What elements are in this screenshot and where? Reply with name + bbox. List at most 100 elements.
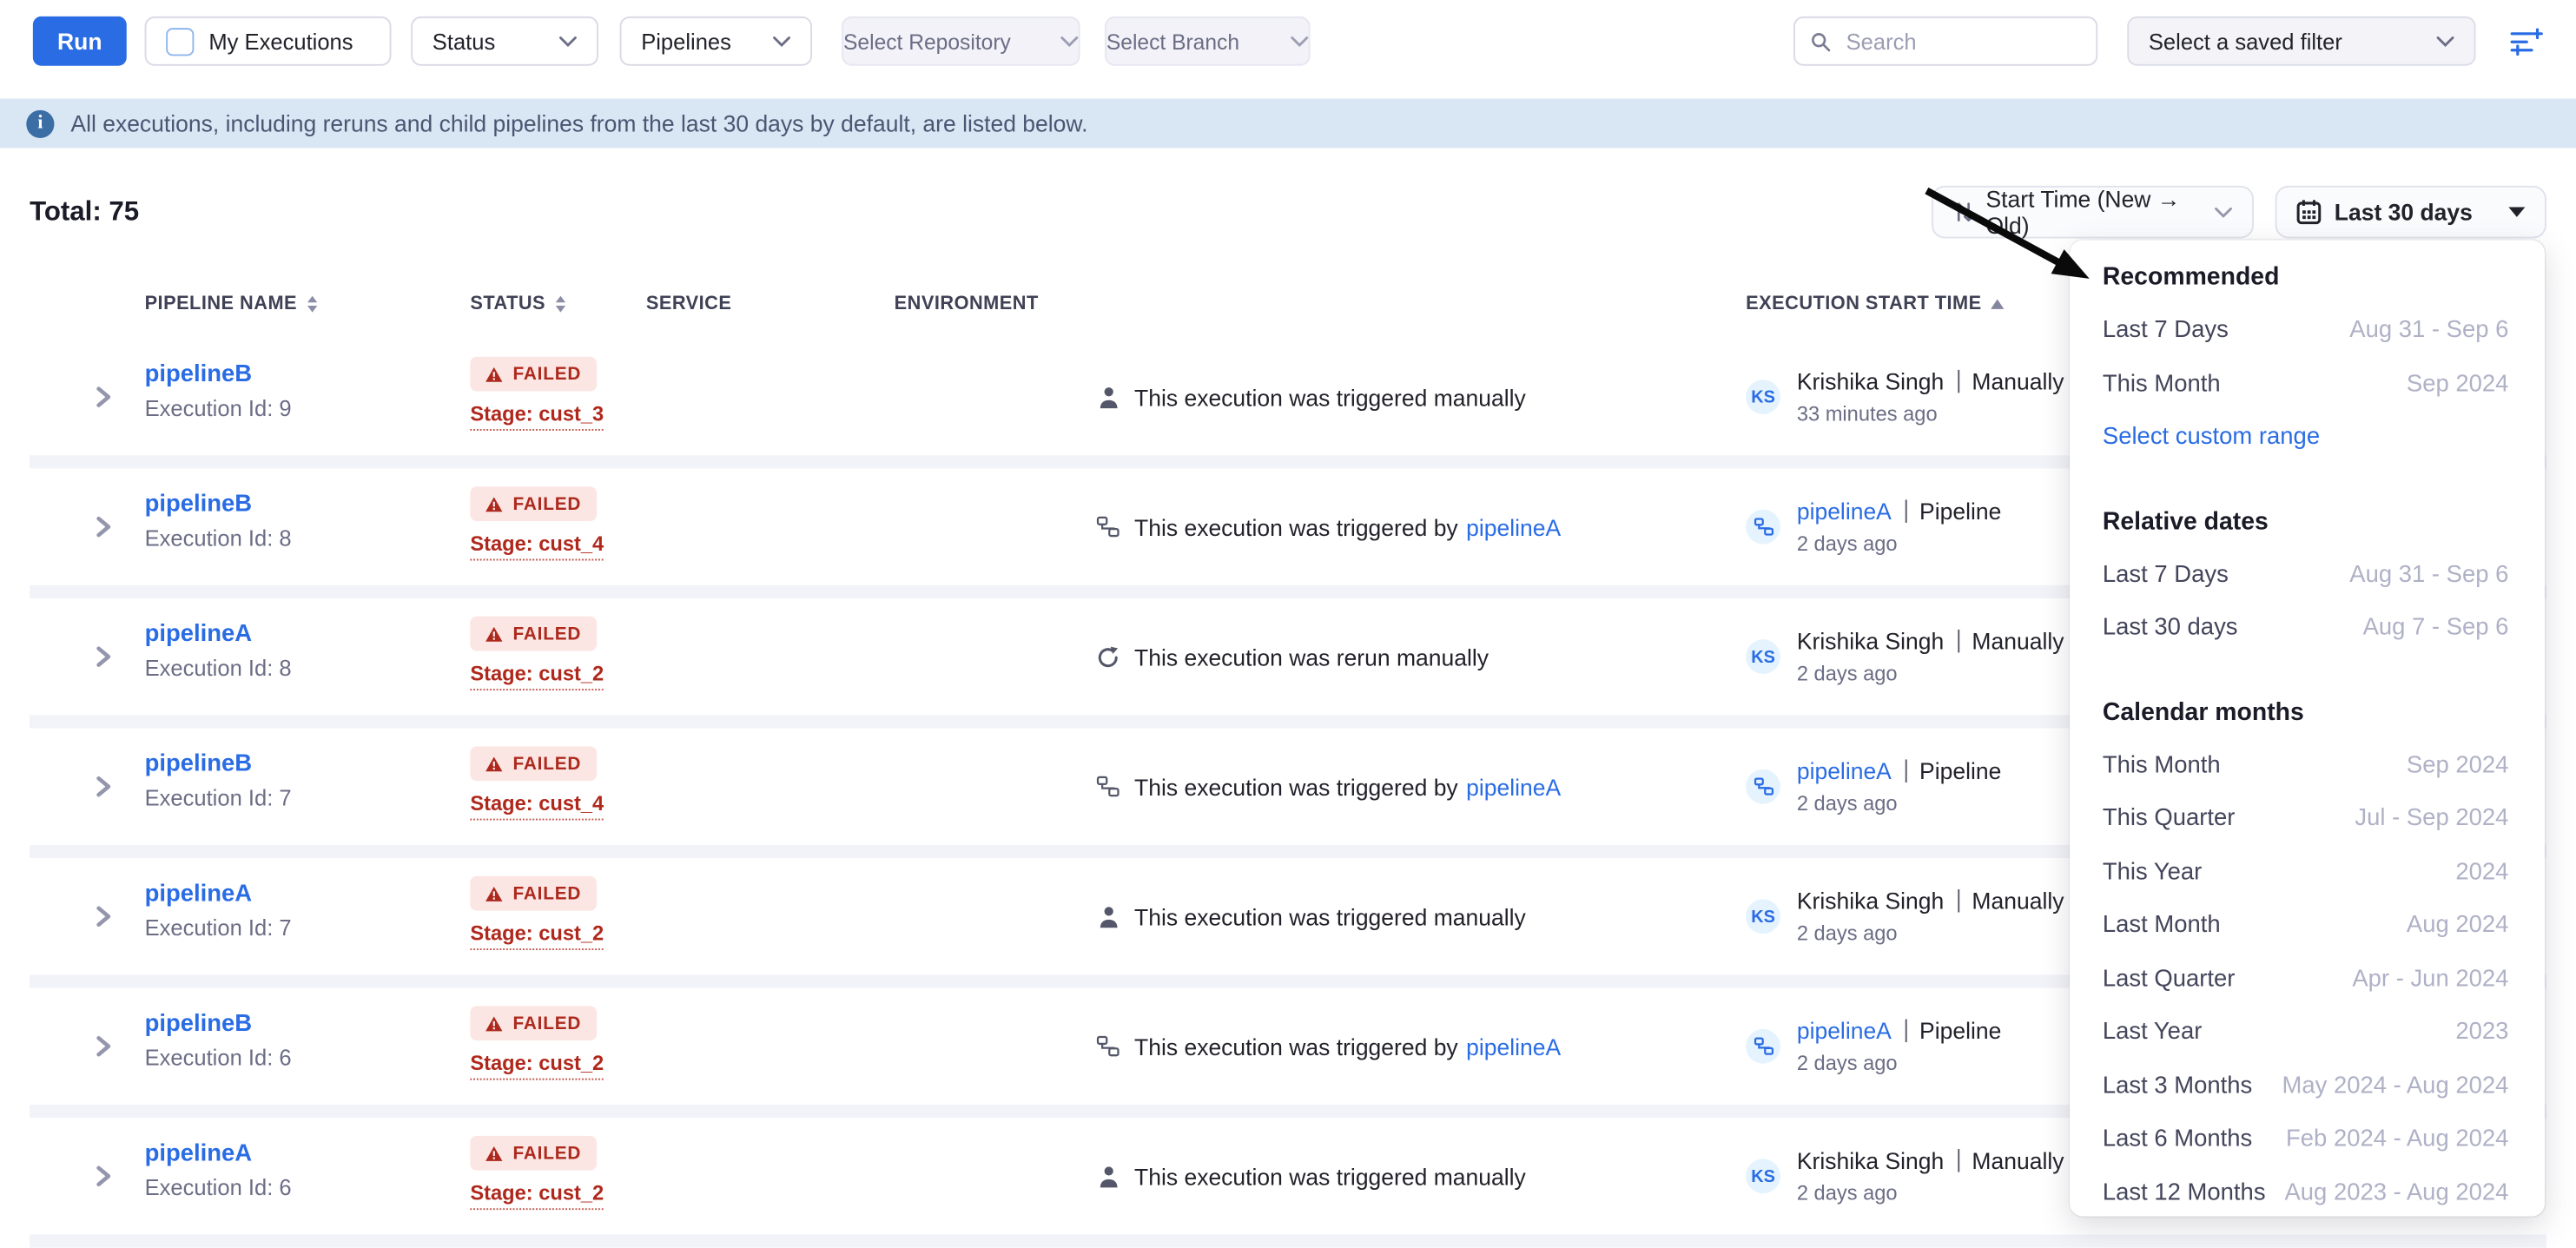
failed-stage-link[interactable]: Stage: cust_2 (470, 1182, 604, 1209)
date-option[interactable]: Last 6 MonthsFeb 2024 - Aug 2024 (2103, 1113, 2509, 1166)
trigger-pipeline-link[interactable]: pipelineA (1466, 1033, 1561, 1060)
trigger-text: This execution was triggered by (1134, 774, 1458, 800)
failed-stage-link[interactable]: Stage: cust_4 (470, 792, 604, 819)
pipeline-avatar-icon[interactable] (1746, 1029, 1780, 1064)
row-expander-chevron[interactable] (96, 904, 112, 928)
row-expander-chevron[interactable] (96, 775, 112, 799)
column-header-pipeline-name[interactable]: PIPELINE NAME (145, 294, 471, 314)
starter-name[interactable]: pipelineA (1797, 758, 1892, 784)
user-avatar[interactable]: KS (1746, 899, 1780, 934)
failed-stage-link[interactable]: Stage: cust_4 (470, 532, 604, 559)
sort-dropdown[interactable]: Start Time (New → Old) (1932, 186, 2254, 239)
starter-name[interactable]: Krishika Singh (1797, 888, 1944, 914)
status-badge: FAILED (470, 1136, 596, 1171)
date-option[interactable]: Last 7 DaysAug 31 - Sep 6 (2103, 304, 2509, 358)
date-option[interactable]: Last 3 MonthsMay 2024 - Aug 2024 (2103, 1060, 2509, 1113)
trigger-text: This execution was triggered by (1134, 1033, 1458, 1060)
date-option[interactable]: Last MonthAug 2024 (2103, 899, 2509, 953)
failed-stage-link[interactable]: Stage: cust_2 (470, 1052, 604, 1079)
row-expander-chevron[interactable] (96, 1034, 112, 1059)
environment-cell (895, 1118, 1095, 1234)
pipeline-name-link[interactable]: pipelineB (145, 361, 471, 387)
starter-name[interactable]: pipelineA (1797, 499, 1892, 525)
starter-name[interactable]: pipelineA (1797, 1018, 1892, 1044)
service-cell (646, 339, 895, 455)
pipeline-name-link[interactable]: pipelineA (145, 1141, 471, 1167)
trigger-text: This execution was rerun manually (1134, 644, 1489, 670)
saved-filter-dropdown[interactable]: Select a saved filter (2127, 17, 2475, 66)
search-box[interactable] (1793, 17, 2097, 66)
row-expander-chevron[interactable] (96, 514, 112, 538)
date-option[interactable]: Last QuarterApr - Jun 2024 (2103, 953, 2509, 1007)
trigger-pipeline-link[interactable]: pipelineA (1466, 514, 1561, 540)
my-executions-label: My Executions (208, 29, 353, 53)
my-executions-toggle[interactable]: My Executions (145, 17, 392, 66)
starter-mode: Manually (1972, 888, 2064, 914)
pipelines-filter-dropdown[interactable]: Pipelines (620, 17, 812, 66)
execution-id: Execution Id: 6 (145, 1046, 471, 1070)
starter-separator (1957, 630, 1958, 652)
pipeline-avatar-icon[interactable] (1746, 769, 1780, 804)
date-option-value: Sep 2024 (2407, 371, 2509, 397)
date-option[interactable]: Last 12 MonthsAug 2023 - Aug 2024 (2103, 1166, 2509, 1220)
date-option[interactable]: This Year2024 (2103, 846, 2509, 900)
date-option[interactable]: Last 7 DaysAug 31 - Sep 6 (2103, 548, 2509, 602)
date-option[interactable]: Last 30 daysAug 7 - Sep 6 (2103, 602, 2509, 656)
status-filter-dropdown[interactable]: Status (411, 17, 598, 66)
pipeline-name-link[interactable]: pipelineB (145, 492, 471, 518)
failed-stage-link[interactable]: Stage: cust_2 (470, 922, 604, 949)
date-option-label: Last Year (2103, 1020, 2202, 1046)
failed-stage-link[interactable]: Stage: cust_2 (470, 663, 604, 690)
my-executions-checkbox[interactable] (166, 27, 194, 55)
starter-name[interactable]: Krishika Singh (1797, 628, 1944, 654)
row-expander-chevron[interactable] (96, 1164, 112, 1188)
execution-id: Execution Id: 7 (145, 786, 471, 810)
date-panel-section: Relative dates Last 7 DaysAug 31 - Sep 6L… (2103, 505, 2509, 655)
date-panel-section-header: Relative dates (2103, 505, 2509, 538)
sort-both-icon (555, 296, 565, 313)
trigger-cell: This execution was rerun manually (1095, 598, 1747, 715)
run-button[interactable]: Run (33, 17, 127, 66)
status-badge: FAILED (470, 746, 596, 781)
pipeline-name-link[interactable]: pipelineB (145, 1011, 471, 1037)
trigger-pipeline-link[interactable]: pipelineA (1466, 774, 1561, 800)
service-cell (646, 598, 895, 715)
pipeline-name-link[interactable]: pipelineB (145, 751, 471, 777)
date-range-dropdown[interactable]: Last 30 days (2275, 186, 2546, 239)
date-option[interactable]: This QuarterJul - Sep 2024 (2103, 792, 2509, 846)
failed-stage-link[interactable]: Stage: cust_3 (470, 403, 604, 430)
chevron-down-icon (1291, 36, 1309, 47)
date-option-custom-range[interactable]: Select custom range (2103, 411, 2509, 465)
caret-down-icon (2508, 207, 2525, 216)
row-expander-chevron[interactable] (96, 644, 112, 669)
pipeline-avatar-icon[interactable] (1746, 510, 1780, 545)
select-repository-dropdown[interactable]: Select Repository (842, 17, 1080, 66)
trigger-cell: This execution was triggered manually (1095, 858, 1747, 974)
user-avatar[interactable]: KS (1746, 639, 1780, 674)
trigger-text: This execution was triggered by (1134, 514, 1458, 540)
date-option[interactable]: Last Year2023 (2103, 1006, 2509, 1060)
row-expander-chevron[interactable] (96, 385, 112, 409)
warning-triangle-icon (485, 496, 503, 512)
pipeline-icon (1095, 516, 1121, 538)
user-avatar[interactable]: KS (1746, 1159, 1780, 1193)
search-input[interactable] (1843, 27, 2081, 55)
sort-arrows-icon (1953, 201, 1975, 223)
starter-name[interactable]: Krishika Singh (1797, 368, 1944, 394)
date-option[interactable]: This MonthSep 2024 (2103, 358, 2509, 412)
pipeline-name-link[interactable]: pipelineA (145, 882, 471, 908)
pipeline-name-link[interactable]: pipelineA (145, 621, 471, 647)
column-header-environment[interactable]: ENVIRONMENT (895, 294, 1095, 314)
execution-time-ago: 2 days ago (1797, 1182, 2064, 1205)
date-option[interactable]: This MonthSep 2024 (2103, 739, 2509, 793)
column-header-status[interactable]: STATUS (470, 294, 646, 314)
select-branch-dropdown[interactable]: Select Branch (1105, 17, 1311, 66)
user-avatar[interactable]: KS (1746, 380, 1780, 414)
date-option-value: Sep 2024 (2407, 752, 2509, 778)
environment-cell (895, 729, 1095, 845)
starter-name[interactable]: Krishika Singh (1797, 1147, 1944, 1173)
trigger-cell: This execution was triggered manually (1095, 1118, 1747, 1234)
column-header-service[interactable]: SERVICE (646, 294, 895, 314)
filter-sliders-icon[interactable] (2507, 24, 2544, 59)
environment-cell (895, 339, 1095, 455)
